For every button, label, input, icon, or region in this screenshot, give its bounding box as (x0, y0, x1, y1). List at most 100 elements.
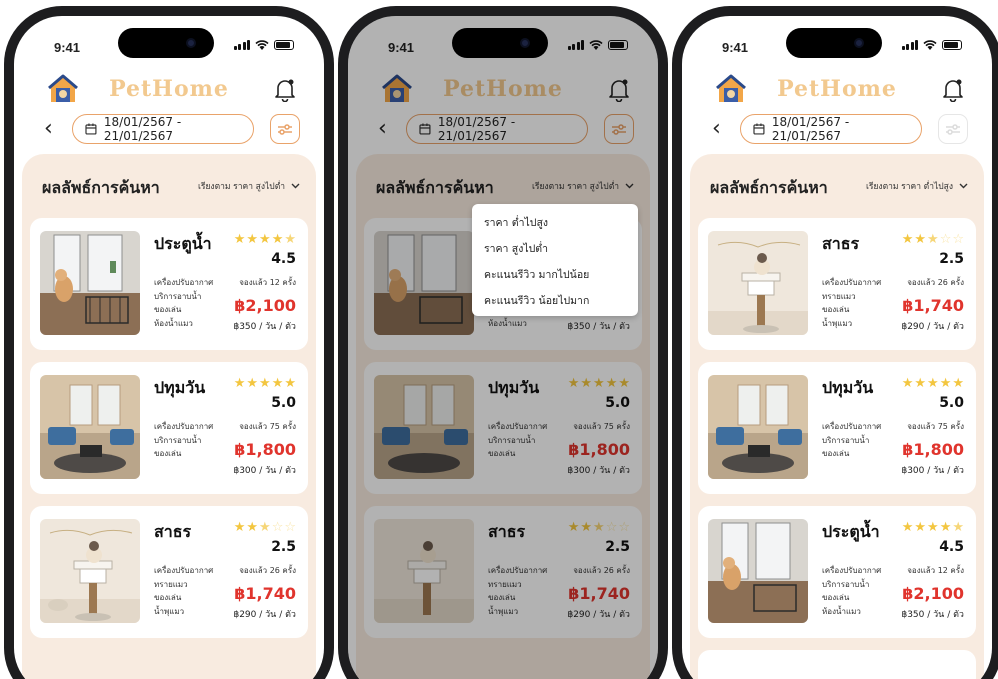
sort-label: เรียงตาม ราคา ต่ำไปสูง (865, 182, 953, 192)
hotel-card-sathorn[interactable]: สาธร ★ ★ ★ ☆ ☆ 2.5 เครื่องปรับอากาศ ทรายแมว … (30, 506, 308, 638)
amenity: เครื่องปรับอากาศ (154, 278, 214, 287)
amenity: ห้องน้ำแมว (822, 606, 861, 616)
amenity: ทรายแมว (488, 579, 522, 589)
price-per-day: ฿290 / วัน / ตัว (233, 610, 296, 620)
price-per-day: ฿300 / วัน / ตัว (233, 466, 296, 476)
signal-icon (567, 40, 584, 50)
results-sheet: ผลลัพธ์การค้นหา เรียงตาม ราคา ต่ำไปสูง ส… (690, 154, 984, 679)
star-rating: ★★★★★ (901, 376, 964, 391)
booked-count: จองแล้ว 75 ครั้ง (907, 422, 964, 431)
amenities-list: เครื่องปรับอากาศ บริการอาบน้ำ ของเล่น (822, 420, 881, 461)
booked-count: จองแล้ว 75 ครั้ง (239, 422, 296, 431)
signal-icon (233, 40, 250, 50)
calendar-icon (85, 123, 97, 135)
star-rating: ★★★★★ (233, 376, 296, 391)
amenity: ห้องน้ำแมว (488, 318, 527, 328)
amenities-list: เครื่องปรับอากาศ ทรายแมว ของเล่น น้ำพุแม… (154, 564, 213, 618)
star-rating: ★★★★★ (901, 520, 964, 535)
search-bar: ‹ 18/01/2567 - 21/01/2567 (348, 114, 658, 146)
price-per-day: ฿350 / วัน / ตัว (233, 322, 296, 332)
sort-option-review-asc[interactable]: คะแนนรีวิว น้อยไปมาก (472, 286, 638, 312)
booked-count: จองแล้ว 12 ครั้ง (907, 566, 964, 575)
hotel-name: สาธร (154, 522, 192, 541)
total-price: ฿2,100 (902, 584, 964, 603)
filter-sliders-icon (946, 124, 960, 135)
star-rating: ★ ★ ★ ☆ ☆ (233, 520, 296, 535)
filter-button[interactable] (938, 114, 968, 144)
status-icons (901, 40, 962, 50)
star-rating: ★ ★ ★ ☆ ☆ (901, 232, 964, 247)
bell-icon[interactable] (608, 78, 630, 102)
amenities-list: เครื่องปรับอากาศ บริการอาบน้ำ ของเล่น (154, 420, 213, 461)
status-icons (567, 40, 628, 50)
sort-label: เรียงตาม ราคา สูงไปต่ำ (197, 182, 285, 192)
total-price: ฿1,740 (902, 296, 964, 315)
sort-dropdown[interactable]: เรียงตาม ราคา ต่ำไปสูง (866, 179, 968, 193)
hotel-name: ประตูน้ำ (822, 522, 880, 541)
price-per-day: ฿290 / วัน / ตัว (567, 610, 630, 620)
back-icon[interactable]: ‹ (44, 118, 53, 140)
app-header: PetHome (682, 72, 992, 108)
date-range-field[interactable]: 18/01/2567 - 21/01/2567 (740, 114, 922, 144)
hotel-name: ประตูน้ำ (154, 234, 212, 253)
status-time: 9:41 (388, 40, 415, 55)
phone-screen-sort-menu-open: 9:41 PetHome ‹ 18/01/2567 - 21/01/2567 ผ… (338, 6, 668, 679)
signal-icon (901, 40, 918, 50)
wifi-icon (255, 40, 269, 50)
amenity: ทรายแมว (822, 291, 856, 301)
filter-button[interactable] (604, 114, 634, 144)
filter-button[interactable] (270, 114, 300, 144)
hotel-card-pratunam[interactable]: ประตูน้ำ ★★★★★ 4.5 เครื่องปรับอากาศ บริก… (698, 506, 976, 638)
star-rating: ★★★★★ (233, 232, 296, 247)
sort-dropdown[interactable]: เรียงตาม ราคา สูงไปต่ำ (198, 179, 300, 193)
amenity: น้ำพุแมว (488, 606, 519, 616)
date-range-field[interactable]: 18/01/2567 - 21/01/2567 (406, 114, 588, 144)
amenity: ห้องน้ำแมว (154, 318, 193, 328)
dynamic-island (452, 28, 548, 58)
hotel-card-pathumwan[interactable]: ปทุมวัน ★ ★ ★ ★ ★ 5.0 เครื่องปรับอากาศ บริกา… (698, 362, 976, 494)
sort-option-price-desc[interactable]: ราคา สูงไปต่ำ (472, 234, 638, 260)
screen: 9:41 PetHome ‹ 18/01/2567 - 21/01/2567 ผ… (348, 16, 658, 679)
booked-count: จองแล้ว 26 ครั้ง (573, 566, 630, 575)
sort-option-price-asc[interactable]: ราคา ต่ำไปสูง (472, 208, 638, 234)
rating-value: 5.0 (939, 395, 964, 411)
hotel-photo-cat-window (40, 231, 140, 335)
hotel-card-pathumwan[interactable]: ปทุมวัน ★ ★ ★ ★ ★ 5.0 เครื่องปรับอากาศ บริกา… (364, 362, 642, 494)
price-per-day: ฿290 / วัน / ตัว (901, 322, 964, 332)
hotel-photo-cat-tower (374, 519, 474, 623)
total-price: ฿1,800 (902, 440, 964, 459)
back-icon[interactable]: ‹ (378, 118, 387, 140)
amenity: ของเล่น (822, 305, 850, 314)
amenities-list: เครื่องปรับอากาศ บริการอาบน้ำ ของเล่น ห้… (822, 564, 881, 618)
hotel-card-pratunam[interactable]: ประตูน้ำ ★★★★★ 4.5 เครื่องปรับอากาศ บริก… (30, 218, 308, 350)
date-range-field[interactable]: 18/01/2567 - 21/01/2567 (72, 114, 254, 144)
rating-value: 5.0 (605, 395, 630, 411)
price-per-day: ฿350 / วัน / ตัว (901, 610, 964, 620)
hotel-photo-living-room (40, 375, 140, 479)
wifi-icon (923, 40, 937, 50)
battery-icon (274, 40, 294, 50)
bell-icon[interactable] (942, 78, 964, 102)
rating-value: 4.5 (271, 251, 296, 267)
hotel-card-sathorn[interactable]: สาธร ★ ★ ★ ☆ ☆ 2.5 เครื่องปรับอากาศ ทรายแมว … (364, 506, 642, 638)
price-per-day: ฿300 / วัน / ตัว (567, 466, 630, 476)
wifi-icon (589, 40, 603, 50)
date-range-text: 18/01/2567 - 21/01/2567 (103, 115, 182, 143)
amenity: บริการอาบน้ำ (822, 579, 870, 589)
price-per-day: ฿300 / วัน / ตัว (901, 466, 964, 476)
rating-value: 5.0 (271, 395, 296, 411)
back-icon[interactable]: ‹ (712, 118, 721, 140)
bell-icon[interactable] (274, 78, 296, 102)
hotel-photo-living-room (374, 375, 474, 479)
amenities-list: เครื่องปรับอากาศ บริการอาบน้ำ ของเล่น (488, 420, 547, 461)
status-time: 9:41 (54, 40, 81, 55)
hotel-photo-cat-window (374, 231, 474, 335)
sort-dropdown[interactable]: เรียงตาม ราคา สูงไปต่ำ (532, 179, 634, 193)
sort-option-review-desc[interactable]: คะแนนรีวิว มากไปน้อย (472, 260, 638, 286)
hotel-card-pathumwan[interactable]: ปทุมวัน ★ ★ ★ ★ ★ 5.0 เครื่องปรับอากาศ บริกา… (30, 362, 308, 494)
filter-sliders-icon (278, 124, 292, 135)
hotel-card-partial[interactable] (698, 650, 976, 679)
hotel-card-sathorn[interactable]: สาธร ★ ★ ★ ☆ ☆ 2.5 เครื่องปรับอากาศ ทรายแมว … (698, 218, 976, 350)
hotel-name: ปทุมวัน (154, 378, 206, 397)
amenities-list: เครื่องปรับอากาศ ทรายแมว ของเล่น น้ำพุแม… (822, 276, 881, 330)
